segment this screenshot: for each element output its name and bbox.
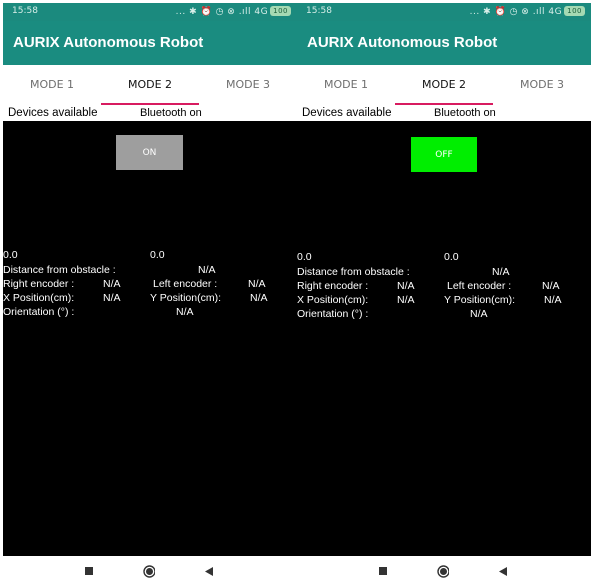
bluetooth-status: Bluetooth on bbox=[139, 105, 297, 121]
on-off-toggle-button[interactable]: OFF bbox=[411, 137, 477, 172]
app-title: AURIX Autonomous Robot bbox=[307, 34, 498, 51]
bluetooth-status: Bluetooth on bbox=[433, 105, 591, 121]
app-bar: AURIX Autonomous Robot bbox=[3, 21, 297, 65]
left-encoder-label: Left encoder : bbox=[447, 280, 512, 292]
phone-screen-right: 15:58 ... ✱ ⏰ ◷ ⊗ .ıll 4G 100 AURIX Auton… bbox=[297, 3, 591, 556]
devices-available-button[interactable]: Devices available bbox=[297, 105, 433, 121]
tab-mode-2[interactable]: MODE 2 bbox=[101, 65, 199, 105]
on-off-toggle-button[interactable]: ON bbox=[116, 135, 183, 170]
left-encoder-label: Left encoder : bbox=[153, 278, 218, 290]
tab-mode-3[interactable]: MODE 3 bbox=[493, 65, 591, 105]
orientation-value: N/A bbox=[176, 306, 194, 318]
right-encoder-label: Right encoder : bbox=[3, 278, 75, 290]
status-bar: 15:58 ... ✱ ⏰ ◷ ⊗ .ıll 4G 100 bbox=[297, 3, 591, 21]
home-icon[interactable] bbox=[437, 564, 449, 578]
orientation-label: Orientation (°) : bbox=[3, 306, 75, 318]
status-icons: ... ✱ ⏰ ◷ ⊗ .ıll 4G 100 bbox=[470, 6, 585, 17]
value-b: 0.0 bbox=[150, 249, 165, 261]
left-encoder-value: N/A bbox=[542, 280, 560, 292]
distance-value: N/A bbox=[492, 266, 510, 278]
nav-bar-right bbox=[297, 556, 591, 586]
status-bar: 15:58 ... ✱ ⏰ ◷ ⊗ .ıll 4G 100 bbox=[3, 3, 297, 21]
distance-value: N/A bbox=[198, 264, 216, 276]
app-bar: AURIX Autonomous Robot bbox=[297, 21, 591, 65]
left-encoder-value: N/A bbox=[248, 278, 266, 290]
status-icons: ... ✱ ⏰ ◷ ⊗ .ıll 4G 100 bbox=[176, 6, 291, 17]
value-a: 0.0 bbox=[297, 251, 312, 263]
tab-mode-1[interactable]: MODE 1 bbox=[297, 65, 395, 105]
status-indicator-icons: ... ✱ ⏰ ◷ ⊗ .ıll 4G bbox=[469, 7, 563, 17]
status-time: 15:58 bbox=[12, 6, 38, 16]
app-title: AURIX Autonomous Robot bbox=[13, 34, 204, 51]
y-position-label: Y Position(cm): bbox=[150, 292, 221, 304]
value-b: 0.0 bbox=[444, 251, 459, 263]
recent-apps-icon[interactable] bbox=[83, 565, 95, 577]
devices-available-button[interactable]: Devices available bbox=[3, 105, 139, 121]
back-icon[interactable] bbox=[497, 565, 509, 577]
x-position-label: X Position(cm): bbox=[3, 292, 75, 304]
distance-label: Distance from obstacle : bbox=[297, 266, 410, 278]
mode-tabs: MODE 1 MODE 2 MODE 3 bbox=[3, 65, 297, 105]
distance-label: Distance from obstacle : bbox=[3, 264, 116, 276]
tab-mode-2[interactable]: MODE 2 bbox=[395, 65, 493, 105]
y-position-value: N/A bbox=[250, 292, 268, 304]
right-encoder-value: N/A bbox=[103, 278, 121, 290]
right-encoder-value: N/A bbox=[397, 280, 415, 292]
status-time: 15:58 bbox=[306, 6, 332, 16]
status-indicator-icons: ... ✱ ⏰ ◷ ⊗ .ıll 4G bbox=[175, 7, 269, 17]
value-a: 0.0 bbox=[3, 249, 18, 261]
battery-icon: 100 bbox=[564, 6, 585, 16]
y-position-value: N/A bbox=[544, 294, 562, 306]
back-icon[interactable] bbox=[203, 565, 215, 577]
battery-icon: 100 bbox=[270, 6, 291, 16]
x-position-label: X Position(cm): bbox=[297, 294, 369, 306]
phone-screen-left: 15:58 ... ✱ ⏰ ◷ ⊗ .ıll 4G 100 AURIX Auton… bbox=[3, 3, 297, 556]
y-position-label: Y Position(cm): bbox=[444, 294, 515, 306]
orientation-value: N/A bbox=[470, 308, 488, 320]
recent-apps-icon[interactable] bbox=[377, 565, 389, 577]
nav-bar-left bbox=[3, 556, 297, 586]
mode-tabs: MODE 1 MODE 2 MODE 3 bbox=[297, 65, 591, 105]
x-position-value: N/A bbox=[397, 294, 415, 306]
right-encoder-label: Right encoder : bbox=[297, 280, 369, 292]
tab-mode-1[interactable]: MODE 1 bbox=[3, 65, 101, 105]
home-icon[interactable] bbox=[143, 564, 155, 578]
x-position-value: N/A bbox=[103, 292, 121, 304]
tab-mode-3[interactable]: MODE 3 bbox=[199, 65, 297, 105]
orientation-label: Orientation (°) : bbox=[297, 308, 369, 320]
